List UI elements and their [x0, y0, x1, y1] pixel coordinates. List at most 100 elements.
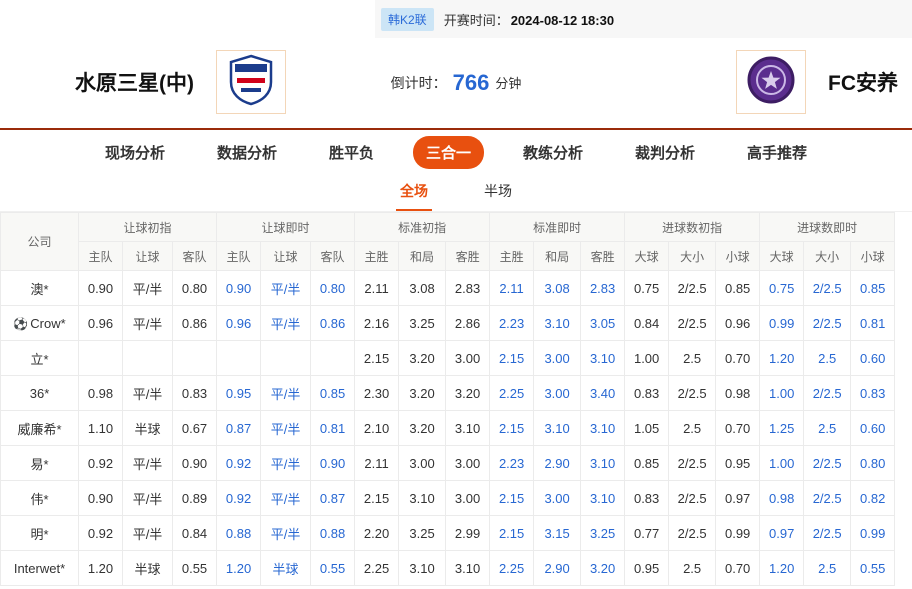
away-team-crest	[736, 50, 806, 114]
odds-cell: 1.00	[625, 341, 669, 376]
odds-cell: 2/2.5	[669, 271, 716, 306]
col-header-1-1: 让球	[261, 242, 311, 271]
nav-tab-coach-analysis[interactable]: 教练分析	[510, 136, 596, 169]
odds-cell: 2.10	[355, 411, 399, 446]
table-row: 立*2.153.203.002.153.003.101.002.50.701.2…	[1, 341, 895, 376]
odds-cell: 2.25	[490, 551, 534, 586]
away-team-name: FC安养	[828, 67, 898, 97]
subtab-full-match[interactable]: 全场	[396, 181, 432, 211]
odds-cell: 3.00	[534, 341, 581, 376]
table-row: 威廉希*1.10半球0.670.87平/半0.812.103.203.102.1…	[1, 411, 895, 446]
period-subtabs: 全场 半场	[0, 174, 912, 212]
company-cell: 36*	[1, 376, 79, 411]
odds-cell: 0.90	[311, 446, 355, 481]
odds-cell: 1.20	[217, 551, 261, 586]
odds-cell	[79, 341, 123, 376]
odds-cell: 3.25	[581, 516, 625, 551]
odds-cell: 平/半	[261, 481, 311, 516]
odds-cell: 平/半	[261, 516, 311, 551]
group-header-2: 标准初指	[355, 213, 490, 242]
odds-cell: 0.70	[716, 551, 760, 586]
odds-cell: 0.70	[716, 341, 760, 376]
nav-tab-data-analysis[interactable]: 数据分析	[204, 136, 290, 169]
odds-cell: 3.10	[581, 481, 625, 516]
col-header-4-1: 大小	[669, 242, 716, 271]
col-header-4-2: 小球	[716, 242, 760, 271]
odds-cell: 2/2.5	[804, 376, 851, 411]
odds-cell: 0.87	[311, 481, 355, 516]
company-cell: 立*	[1, 341, 79, 376]
odds-cell: 0.82	[851, 481, 895, 516]
odds-cell: 3.10	[446, 551, 490, 586]
company-cell: 易*	[1, 446, 79, 481]
odds-cell: 3.40	[581, 376, 625, 411]
odds-cell: 2/2.5	[669, 446, 716, 481]
col-header-5-2: 小球	[851, 242, 895, 271]
odds-cell: 0.85	[311, 376, 355, 411]
odds-cell: 半球	[123, 551, 173, 586]
odds-cell: 2.90	[534, 446, 581, 481]
nav-tab-win-draw-lose[interactable]: 胜平负	[316, 136, 387, 169]
odds-cell: 0.92	[217, 481, 261, 516]
subtab-half-match[interactable]: 半场	[480, 181, 516, 211]
odds-cell: 0.85	[851, 271, 895, 306]
col-header-3-1: 和局	[534, 242, 581, 271]
odds-cell: 3.00	[446, 341, 490, 376]
odds-cell: 0.92	[79, 446, 123, 481]
odds-cell: 0.83	[625, 376, 669, 411]
odds-cell: 0.98	[79, 376, 123, 411]
topbar-band: 韩K2联 开赛时间：2024-08-12 18:30	[375, 0, 912, 38]
odds-cell: 3.10	[581, 446, 625, 481]
company-cell: Interwet*	[1, 551, 79, 586]
odds-cell	[217, 341, 261, 376]
odds-cell: 0.60	[851, 341, 895, 376]
kickoff-label: 开赛时间：	[444, 13, 509, 28]
nav-tab-referee-analysis[interactable]: 裁判分析	[622, 136, 708, 169]
odds-cell: 2.30	[355, 376, 399, 411]
odds-cell	[261, 341, 311, 376]
odds-cell: 3.25	[399, 516, 446, 551]
odds-cell: 3.00	[446, 481, 490, 516]
odds-cell: 3.10	[534, 306, 581, 341]
odds-cell: 2.11	[355, 446, 399, 481]
odds-cell: 2.83	[581, 271, 625, 306]
odds-cell: 0.83	[851, 376, 895, 411]
col-header-3-0: 主胜	[490, 242, 534, 271]
odds-cell: 0.80	[173, 271, 217, 306]
odds-cell: 0.67	[173, 411, 217, 446]
odds-cell: 0.87	[217, 411, 261, 446]
odds-cell: 2.25	[355, 551, 399, 586]
odds-cell: 3.10	[581, 341, 625, 376]
odds-cell: 3.15	[534, 516, 581, 551]
odds-cell: 2.11	[355, 271, 399, 306]
odds-cell: 2.15	[490, 341, 534, 376]
odds-cell: 平/半	[123, 306, 173, 341]
soccer-ball-icon: ⚽	[13, 317, 28, 331]
nav-tab-live-analysis[interactable]: 现场分析	[92, 136, 178, 169]
odds-cell: 3.08	[534, 271, 581, 306]
odds-cell: 1.20	[760, 341, 804, 376]
odds-cell	[173, 341, 217, 376]
league-badge[interactable]: 韩K2联	[381, 8, 434, 31]
odds-cell: 3.25	[399, 306, 446, 341]
odds-cell: 0.60	[851, 411, 895, 446]
odds-cell: 平/半	[261, 376, 311, 411]
odds-cell: 1.20	[760, 551, 804, 586]
odds-cell: 0.86	[311, 306, 355, 341]
odds-cell: 3.00	[399, 446, 446, 481]
odds-cell: 平/半	[261, 411, 311, 446]
nav-tab-expert-picks[interactable]: 高手推荐	[734, 136, 820, 169]
odds-table-body: 澳*0.90平/半0.800.90平/半0.802.113.082.832.11…	[1, 271, 895, 586]
odds-cell: 2.5	[804, 341, 851, 376]
odds-cell: 0.98	[716, 376, 760, 411]
odds-cell: 3.20	[399, 341, 446, 376]
odds-cell: 2.20	[355, 516, 399, 551]
kickoff-time: 开赛时间：2024-08-12 18:30	[444, 10, 614, 29]
odds-cell: 3.08	[399, 271, 446, 306]
odds-cell: 2.83	[446, 271, 490, 306]
nav-tab-three-in-one[interactable]: 三合一	[413, 136, 484, 169]
odds-cell: 0.97	[716, 481, 760, 516]
odds-cell: 0.90	[217, 271, 261, 306]
group-header-4: 进球数初指	[625, 213, 760, 242]
odds-table: 公司 让球初指让球即时标准初指标准即时进球数初指进球数即时 主队让球客队主队让球…	[0, 212, 895, 586]
